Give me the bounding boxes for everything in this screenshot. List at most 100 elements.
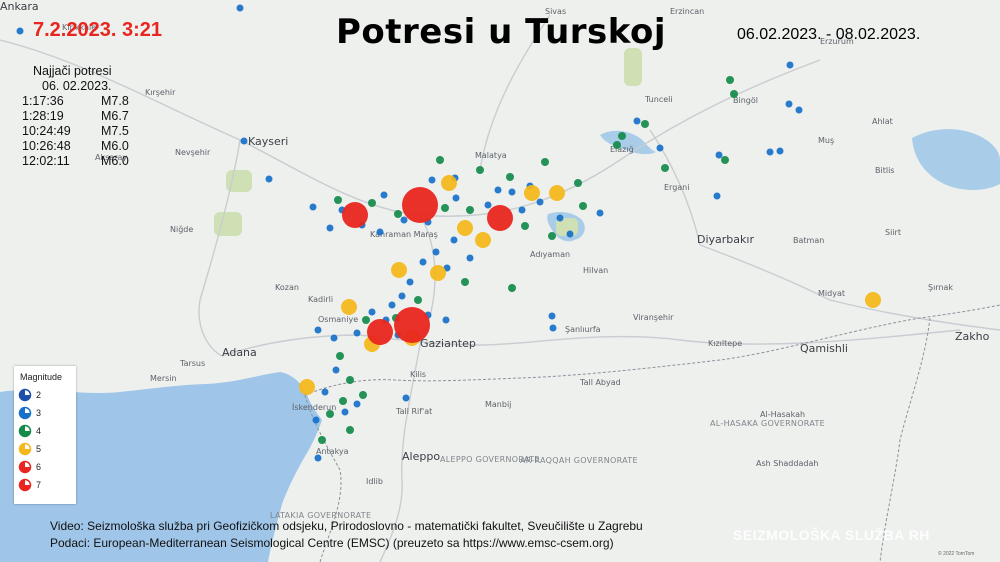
quake-time: 10:24:49 — [22, 124, 71, 138]
epicenter-m3 — [494, 186, 502, 194]
quake-row: 10:24:49 M7.5 — [22, 124, 172, 139]
quake-row: 1:28:19 M6.7 — [22, 109, 172, 124]
legend-item: 3 — [18, 404, 76, 422]
place-label: Nevşehir — [175, 148, 211, 157]
epicenter-m4 — [613, 141, 621, 149]
epicenter-m3 — [776, 147, 784, 155]
place-label: Hilvan — [583, 266, 608, 275]
place-label: Niğde — [170, 225, 193, 234]
epicenter-m4 — [661, 164, 669, 172]
epicenter-m3 — [265, 175, 273, 183]
watermark: SEIZMOLOŠKA SLUŽBA RH — [733, 527, 930, 543]
legend-label: 6 — [36, 462, 42, 472]
epicenter-m3 — [518, 206, 526, 214]
epicenter-m4 — [394, 210, 402, 218]
quake-magnitude: M7.5 — [101, 124, 129, 138]
epicenter-m3 — [376, 228, 384, 236]
epicenter-m3 — [795, 106, 803, 114]
place-label: Ash Shaddadah — [756, 459, 818, 468]
epicenter-m5 — [391, 262, 407, 278]
quake-row: 10:26:48 M6.0 — [22, 139, 172, 154]
place-label: Adana — [222, 346, 257, 359]
epicenter-m3 — [432, 248, 440, 256]
epicenter-m3 — [786, 61, 794, 69]
epicenter-m7 — [394, 307, 430, 343]
epicenter-m3 — [713, 192, 721, 200]
epicenter-m4 — [339, 397, 347, 405]
quake-magnitude: M6.0 — [101, 139, 129, 153]
aladaglar-park — [214, 212, 242, 236]
epicenter-m4 — [726, 76, 734, 84]
epicenter-m4 — [574, 179, 582, 187]
epicenter-m4 — [346, 426, 354, 434]
epicenter-m3 — [332, 366, 340, 374]
magnitude-marker-icon — [18, 460, 32, 474]
epicenter-m4 — [508, 284, 516, 292]
place-label: Kızıltepe — [708, 339, 742, 348]
epicenter-m4 — [730, 90, 738, 98]
epicenter-m3 — [556, 214, 564, 222]
place-label: Ergani — [664, 183, 689, 192]
epicenter-m6 — [487, 205, 513, 231]
epicenter-m3 — [326, 224, 334, 232]
legend-label: 7 — [36, 480, 42, 490]
place-label: Viranşehir — [633, 313, 674, 322]
epicenter-m5 — [865, 292, 881, 308]
place-label: Ankara — [0, 0, 39, 13]
epicenter-m7 — [402, 187, 438, 223]
place-label: Qamishli — [800, 342, 848, 355]
place-label: Şırnak — [928, 283, 953, 292]
legend-label: 5 — [36, 444, 42, 454]
place-label: Siirt — [885, 228, 901, 237]
map-stage: Ankara Sivas Erzincan Erzurum Kırıkkale Kırşe… — [0, 0, 1000, 562]
quake-row: 1:17:36 M7.8 — [22, 94, 172, 109]
quake-time: 1:17:36 — [22, 94, 64, 108]
date-range: 06.02.2023. - 08.02.2023. — [737, 26, 921, 43]
strongest-quakes-title: Najjači potresi — [33, 64, 112, 78]
epicenter-m3 — [548, 312, 556, 320]
epicenter-m3 — [330, 334, 338, 342]
place-label: Ahlat — [872, 117, 893, 126]
place-label: Gaziantep — [420, 337, 476, 350]
epicenter-m4 — [548, 232, 556, 240]
epicenter-m3 — [450, 236, 458, 244]
epicenter-m3 — [466, 254, 474, 262]
epicenter-m4 — [346, 376, 354, 384]
place-label: Kozan — [275, 283, 299, 292]
epicenter-m4 — [414, 296, 422, 304]
epicenter-m4 — [476, 166, 484, 174]
place-label: Erzincan — [670, 7, 704, 16]
epicenter-m4 — [334, 196, 342, 204]
epicenter-m3 — [715, 151, 723, 159]
epicenter-m5 — [299, 379, 315, 395]
epicenter-m3 — [380, 191, 388, 199]
epicenter-m3 — [341, 408, 349, 416]
quake-time: 10:26:48 — [22, 139, 71, 153]
strongest-quakes-list: Najjači potresi 06. 02.2023. 1:17:36 M7.8… — [22, 64, 172, 169]
epicenter-m3 — [452, 194, 460, 202]
epicenter-m3 — [314, 454, 322, 462]
place-label: Malatya — [475, 151, 507, 160]
epicenter-m5 — [457, 220, 473, 236]
legend-label: 3 — [36, 408, 42, 418]
place-label: Kayseri — [248, 135, 288, 148]
place-label: AL-HASAKA GOVERNORATE — [710, 419, 825, 428]
epicenter-m4 — [436, 156, 444, 164]
epicenter-m3 — [406, 278, 414, 286]
place-label: Tarsus — [179, 359, 205, 368]
place-label: Manbij — [485, 400, 511, 409]
epicenter-m4 — [318, 436, 326, 444]
epicenter-m3 — [353, 329, 361, 337]
epicenter-m4 — [541, 158, 549, 166]
epicenter-m5 — [524, 185, 540, 201]
epicenter-m4 — [641, 120, 649, 128]
epicenter-m3 — [321, 388, 329, 396]
page-title: Potresi u Turskoj — [336, 12, 667, 52]
epicenter-m3 — [785, 100, 793, 108]
epicenter-m4 — [721, 156, 729, 164]
legend-item: 4 — [18, 422, 76, 440]
quake-time: 12:02:11 — [22, 154, 70, 168]
place-label: Tunceli — [644, 95, 673, 104]
epicenter-m3 — [656, 144, 664, 152]
epicenter-m3 — [353, 400, 361, 408]
